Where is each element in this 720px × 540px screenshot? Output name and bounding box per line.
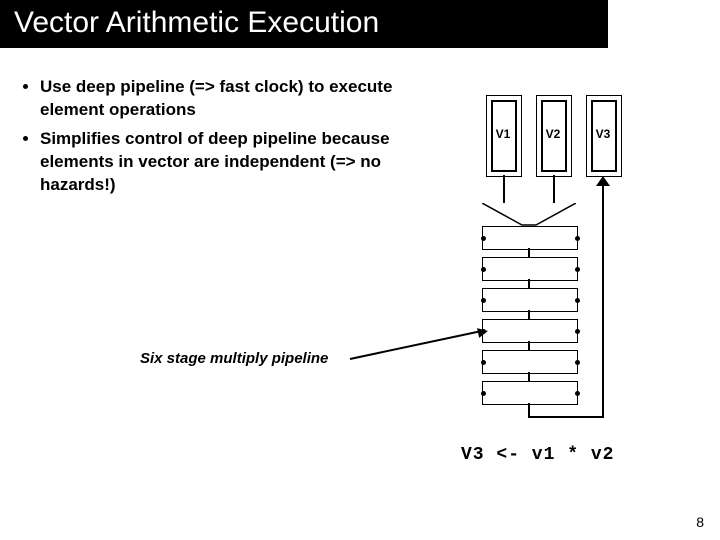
pointer-line xyxy=(350,330,481,360)
pipeline-stage xyxy=(482,226,578,250)
connector xyxy=(528,248,530,257)
bullet-item: Simplifies control of deep pipeline beca… xyxy=(40,128,448,197)
connector xyxy=(602,178,604,418)
connector xyxy=(528,372,530,381)
pipeline-stage xyxy=(482,381,578,405)
register-v1-label: V1 xyxy=(486,127,520,141)
register-v2-label: V2 xyxy=(536,127,570,141)
diagram-caption: Six stage multiply pipeline xyxy=(140,350,328,367)
pipeline-stage xyxy=(482,257,578,281)
pipeline-stage xyxy=(482,319,578,343)
funnel-icon xyxy=(482,203,576,227)
bullet-list: Use deep pipeline (=> fast clock) to exe… xyxy=(18,76,448,197)
connector xyxy=(553,175,555,203)
register-v3-label: V3 xyxy=(586,127,620,141)
equation-text: V3 <- v1 * v2 xyxy=(461,445,614,465)
pipeline-diagram: V1 V2 V3 xyxy=(470,95,680,435)
slide-title: Vector Arithmetic Execution xyxy=(0,0,608,48)
connector xyxy=(528,403,530,417)
connector xyxy=(528,279,530,288)
pipeline-stage xyxy=(482,288,578,312)
arrow-right-icon xyxy=(477,326,489,338)
connector xyxy=(528,416,603,418)
arrow-up-icon xyxy=(596,176,610,186)
bullet-block: Use deep pipeline (=> fast clock) to exe… xyxy=(0,76,448,203)
connector xyxy=(528,341,530,350)
pipeline-stage xyxy=(482,350,578,374)
connector xyxy=(528,310,530,319)
bullet-item: Use deep pipeline (=> fast clock) to exe… xyxy=(40,76,448,122)
connector xyxy=(503,175,505,203)
page-number: 8 xyxy=(696,514,704,530)
